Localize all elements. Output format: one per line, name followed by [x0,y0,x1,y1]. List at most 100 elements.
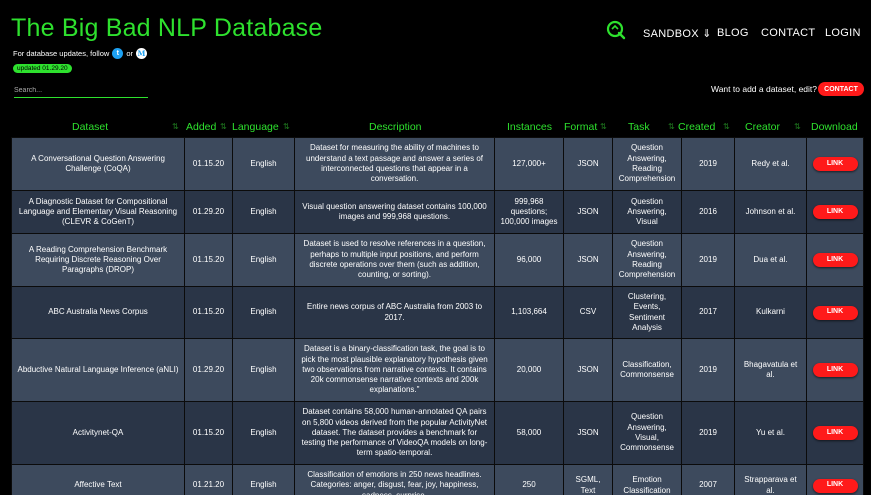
download-link-button[interactable]: LINK [812,426,858,440]
cell-format: JSON [563,401,613,465]
cell-description: Entire news corpus of ABC Australia from… [294,286,495,339]
cell-description: Dataset is used to resolve references in… [294,233,495,287]
cell-language: English [232,401,295,465]
site-title[interactable]: The Big Bad NLP Database [11,14,322,43]
nav-blog[interactable]: BLOG [717,27,749,39]
header-language[interactable]: Language [232,118,279,136]
cell-task: Question Answering, Reading Comprehensio… [612,137,682,191]
cell-dataset: Activitynet-QA [11,401,185,465]
download-link-button[interactable]: LINK [812,253,858,267]
table-row: Activitynet-QA 01.15.20 English Dataset con… [11,401,864,465]
download-link-button[interactable]: LINK [812,205,858,219]
sort-icon[interactable]: ⇅ [668,122,675,131]
cell-language: English [232,338,295,402]
cell-task: Emotion Classification [612,464,682,495]
nav-sandbox[interactable]: SANDBOX ⇓ [643,27,712,40]
cell-creator: Yu et al. [734,401,807,465]
updated-badge: updated 01.29.20 [13,64,72,73]
sort-icon[interactable]: ⇅ [723,122,730,131]
cell-creator: Strapparava et al. [734,464,807,495]
sort-icon[interactable]: ⇅ [172,122,179,131]
cell-created: 2019 [681,233,735,287]
cell-language: English [232,464,295,495]
header-added[interactable]: Added [186,118,216,136]
cell-language: English [232,137,295,191]
header-format[interactable]: Format [564,118,597,136]
cell-description: Dataset contains 58,000 human-annotated … [294,401,495,465]
cell-added: 01.15.20 [184,233,233,287]
table-row: A Reading Comprehension Benchmark Requir… [11,233,864,287]
cell-download: LINK [806,401,864,465]
header-instances[interactable]: Instances [507,118,552,136]
cell-description: Classification of emotions in 250 news h… [294,464,495,495]
cell-download: LINK [806,338,864,402]
logo-icon[interactable] [606,20,626,40]
medium-icon[interactable]: M [135,48,147,59]
cell-created: 2016 [681,190,735,234]
cell-dataset: Affective Text [11,464,185,495]
download-link-button[interactable]: LINK [812,363,858,377]
table-row: A Conversational Question Answering Chal… [11,137,864,191]
cell-language: English [232,233,295,287]
cell-download: LINK [806,233,864,287]
cell-instances: 999,968 questions; 100,000 images [494,190,564,234]
cell-task: Question Answering, Visual, Commonsense [612,401,682,465]
cell-added: 01.15.20 [184,137,233,191]
cell-instances: 250 [494,464,564,495]
cell-instances: 1,103,664 [494,286,564,339]
nav-contact[interactable]: CONTACT [761,27,815,39]
cell-created: 2007 [681,464,735,495]
nav-login[interactable]: LOGIN [825,27,861,39]
sort-icon[interactable]: ⇅ [794,122,801,131]
cell-language: English [232,190,295,234]
cell-description: Dataset is a binary-classification task,… [294,338,495,402]
sort-icon[interactable]: ⇅ [600,122,607,131]
cell-added: 01.15.20 [184,401,233,465]
cell-added: 01.21.20 [184,464,233,495]
cell-added: 01.29.20 [184,338,233,402]
cell-added: 01.29.20 [184,190,233,234]
cell-instances: 96,000 [494,233,564,287]
cell-download: LINK [806,137,864,191]
cell-description: Dataset for measuring the ability of mac… [294,137,495,191]
cell-added: 01.15.20 [184,286,233,339]
cell-task: Clustering, Events, Sentiment Analysis [612,286,682,339]
header-description[interactable]: Description [369,118,422,136]
table-row: Abductive Natural Language Inference (aN… [11,338,864,402]
header-created[interactable]: Created [678,118,715,136]
table-row: A Diagnostic Dataset for Compositional L… [11,190,864,234]
header-creator[interactable]: Creator [745,118,780,136]
table-row: Affective Text 01.21.20 English Classificat… [11,464,864,495]
dataset-table: A Conversational Question Answering Chal… [11,137,864,495]
cell-format: JSON [563,137,613,191]
download-link-button[interactable]: LINK [812,305,858,320]
cell-task: Question Answering, Visual [612,190,682,234]
header-task[interactable]: Task [628,118,650,136]
search-input[interactable] [14,83,148,98]
sort-icon[interactable]: ⇅ [220,122,227,131]
table-header: Dataset ⇅ Added ⇅ Language ⇅ Description… [11,118,863,136]
download-link-button[interactable]: LINK [812,157,858,171]
cell-dataset: A Reading Comprehension Benchmark Requir… [11,233,185,287]
contact-button[interactable]: CONTACT [818,82,864,96]
twitter-icon[interactable]: t [112,48,124,59]
cell-creator: Redy et al. [734,137,807,191]
follow-line: For database updates, follow t or M [13,48,147,59]
cell-created: 2019 [681,338,735,402]
cell-task: Classification, Commonsense [612,338,682,402]
cell-creator: Bhagavatula et al. [734,338,807,402]
header-dataset[interactable]: Dataset [72,118,108,136]
cell-created: 2017 [681,286,735,339]
cell-dataset: A Diagnostic Dataset for Compositional L… [11,190,185,234]
or-text: or [126,49,133,58]
cell-format: JSON [563,190,613,234]
header-download[interactable]: Download [811,118,858,136]
cell-creator: Kulkarni [734,286,807,339]
cell-format: SGML, Text [563,464,613,495]
cell-format: JSON [563,233,613,287]
cell-description: Visual question answering dataset contai… [294,190,495,234]
cell-instances: 58,000 [494,401,564,465]
cell-dataset: ABC Australia News Corpus [11,286,185,339]
sort-icon[interactable]: ⇅ [283,122,290,131]
download-link-button[interactable]: LINK [812,478,858,493]
